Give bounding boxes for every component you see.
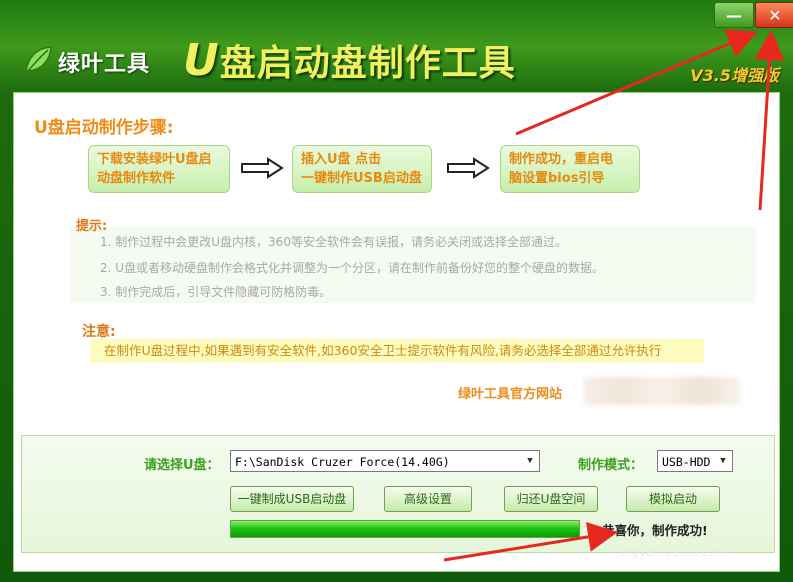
simulate-boot-button[interactable]: 模拟启动	[626, 486, 720, 512]
version-label: V3.5增强版	[690, 66, 779, 85]
status-text: 恭喜你，制作成功!	[602, 523, 708, 538]
dropdown-arrow-icon: ▼	[720, 456, 726, 466]
arrow-right-icon	[447, 157, 490, 179]
title-bar[interactable]: 绿叶工具 U盘启动盘制作工具 V3.5增强版 — ✕	[0, 0, 793, 92]
official-site-link[interactable]	[584, 377, 740, 405]
brand-name: 绿叶工具	[58, 52, 151, 77]
close-button[interactable]: ✕	[755, 2, 793, 28]
mode-select[interactable]: USB-HDD ▼	[657, 450, 733, 472]
usb-select-label: 请选择U盘：	[144, 458, 220, 473]
tip-item: 3. 制作完成后，引导文件隐藏可防格防毒。	[100, 285, 332, 299]
tip-item: 2. U盘或者移动硬盘制作会格式化并调整为一个分区，请在制作前备份好您的整个硬盘…	[100, 261, 605, 275]
minimize-icon: —	[726, 5, 742, 25]
arrow-right-icon	[241, 157, 284, 179]
one-click-make-button[interactable]: 一键制成USB启动盘	[230, 486, 354, 512]
dropdown-arrow-icon: ▼	[527, 456, 533, 466]
mode-select-label: 制作模式：	[578, 458, 644, 473]
restore-space-button[interactable]: 归还U盘空间	[504, 486, 598, 512]
watermark: jingyan.baidu.com	[617, 545, 728, 559]
control-area: 请选择U盘： F:\SanDisk Cruzer Force(14.40G) ▼…	[21, 435, 775, 553]
minimize-button[interactable]: —	[714, 2, 754, 28]
notice-heading: 注意:	[82, 324, 116, 340]
usb-select-value: F:\SanDisk Cruzer Force(14.40G)	[235, 455, 450, 469]
step-insert: 插入U盘 点击 一键制作USB启动盘	[292, 145, 432, 193]
advanced-settings-button[interactable]: 高级设置	[384, 486, 472, 512]
title-u: U	[183, 35, 220, 86]
steps-heading: U盘启动制作步骤:	[34, 118, 174, 138]
official-site-label: 绿叶工具官方网站	[458, 387, 563, 402]
title-rest: 盘启动盘制作工具	[219, 43, 516, 84]
notice-text: 在制作U盘过程中,如果遇到有安全软件,如360安全卫士提示软件有风险,请务必选择…	[90, 339, 704, 363]
step-text: 制作成功，重启电	[509, 152, 614, 167]
progress-bar	[230, 520, 580, 538]
usb-select[interactable]: F:\SanDisk Cruzer Force(14.40G) ▼	[230, 450, 540, 472]
leaf-icon	[25, 46, 52, 74]
step-text: 一键制作USB启动盘	[301, 171, 422, 186]
tips-heading: 提示:	[76, 219, 108, 234]
progress-fill	[231, 521, 579, 537]
step-text: 脑设置bios引导	[509, 171, 605, 186]
step-text: 下载安装绿叶U盘启	[97, 152, 212, 167]
step-text: 动盘制作软件	[97, 171, 176, 186]
tip-item: 1. 制作过程中会更改U盘内核，360等安全软件会有误报，请务必关闭或选择全部通…	[100, 235, 567, 249]
step-download: 下载安装绿叶U盘启 动盘制作软件	[88, 145, 230, 193]
mode-select-value: USB-HDD	[662, 455, 711, 469]
close-icon: ✕	[768, 5, 782, 25]
main-panel: U盘启动制作步骤: 下载安装绿叶U盘启 动盘制作软件 插入U盘 点击 一键制作U…	[13, 92, 780, 572]
step-success: 制作成功，重启电 脑设置bios引导	[500, 145, 640, 193]
step-text: 插入U盘 点击	[301, 152, 382, 167]
app-window: 绿叶工具 U盘启动盘制作工具 V3.5增强版 — ✕ U盘启动制作步骤: 下载安…	[0, 0, 793, 582]
app-title: U盘启动盘制作工具	[183, 34, 516, 86]
